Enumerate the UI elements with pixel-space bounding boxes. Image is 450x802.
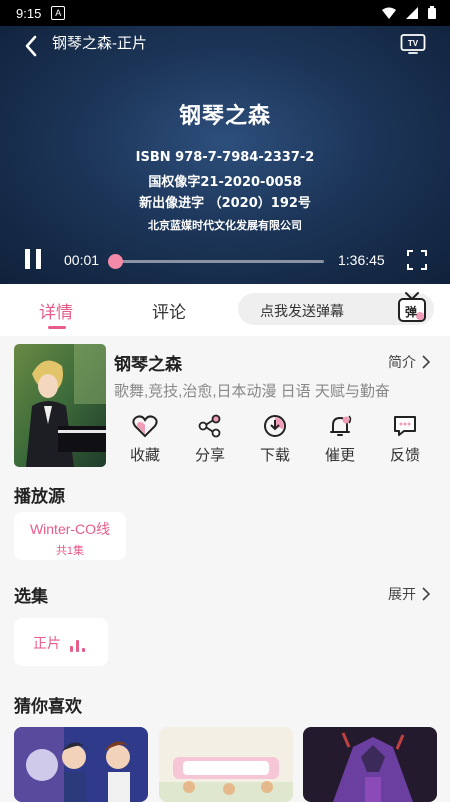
- share-label: 分享: [194, 447, 225, 464]
- pause-button[interactable]: [24, 249, 42, 269]
- seek-bar[interactable]: [108, 254, 324, 269]
- signal-icon: [406, 6, 418, 19]
- intro-link[interactable]: 简介: [388, 352, 430, 372]
- episode-card[interactable]: 正片: [14, 618, 108, 666]
- remind-button[interactable]: 催更: [310, 414, 370, 465]
- favorite-button[interactable]: 收藏: [115, 414, 175, 465]
- tv-cast-icon[interactable]: TV: [400, 32, 426, 56]
- slide-title: 钢琴之森: [178, 104, 271, 129]
- recommend-thumb-3[interactable]: [303, 727, 437, 802]
- playing-bars-icon: [70, 638, 86, 652]
- svg-text:TV: TV: [408, 39, 419, 48]
- slide-license-2: 新出像进字 （2020）192号: [139, 196, 311, 211]
- slide-publisher: 北京蓝媒时代文化发展有限公司: [148, 219, 302, 232]
- recommend-title: 猜你喜欢: [14, 697, 82, 716]
- notification-badge: A: [51, 6, 66, 20]
- episode-name: 正片: [33, 635, 61, 651]
- feedback-button[interactable]: 反馈: [375, 414, 435, 465]
- chevron-right-icon: [422, 355, 430, 369]
- feedback-icon: [394, 416, 416, 436]
- source-name: Winter-CO线: [29, 521, 111, 537]
- status-time: 9:15: [16, 5, 42, 21]
- tab-bar: 详情 评论 点我发送弹幕 弹: [0, 284, 450, 336]
- expand-label: 展开: [388, 586, 416, 602]
- back-arrow-icon[interactable]: [22, 34, 42, 58]
- recommend-thumb-1[interactable]: [14, 727, 148, 802]
- danmaku-tv-icon[interactable]: 弹: [396, 290, 428, 324]
- total-time: 1:36:45: [338, 252, 385, 268]
- intro-label: 简介: [388, 354, 416, 370]
- share-icon: [198, 414, 221, 438]
- danmaku-placeholder: 点我发送弹幕: [260, 303, 344, 319]
- download-button[interactable]: 下载: [245, 414, 305, 465]
- detail-content: 钢琴之森 简介 歌舞,竞技,治愈,日本动漫 日语 天赋与勤奋 收藏 分享 下载 …: [0, 336, 450, 802]
- wifi-icon: [382, 7, 396, 19]
- feedback-label: 反馈: [389, 447, 420, 464]
- battery-icon: [428, 6, 436, 19]
- download-icon: [264, 415, 286, 437]
- heart-icon: [132, 415, 158, 438]
- remind-label: 催更: [324, 447, 355, 464]
- slide-license-1: 国权像字21-2020-0058: [148, 175, 302, 190]
- download-label: 下载: [259, 447, 290, 464]
- anime-title: 钢琴之森: [114, 355, 182, 374]
- anime-tags: 歌舞,竞技,治愈,日本动漫 日语 天赋与勤奋: [114, 383, 390, 400]
- fullscreen-icon[interactable]: [407, 250, 427, 270]
- play-source-title: 播放源: [14, 487, 65, 506]
- recommend-thumb-2[interactable]: [159, 727, 293, 802]
- share-button[interactable]: 分享: [180, 414, 240, 465]
- action-row: 收藏 分享 下载 催更 反馈: [114, 414, 436, 470]
- bell-icon: [330, 415, 352, 436]
- episodes-title: 选集: [14, 587, 48, 606]
- status-bar: 9:15 A: [0, 0, 450, 26]
- anime-poster[interactable]: [14, 344, 106, 467]
- source-card[interactable]: Winter-CO线 共1集: [14, 512, 126, 560]
- video-title: 钢琴之森-正片: [52, 35, 147, 52]
- source-count: 共1集: [55, 545, 85, 557]
- chevron-right-icon: [422, 587, 430, 601]
- tab-active-indicator: [48, 326, 66, 329]
- slide-isbn: ISBN 978-7-7984-2337-2: [135, 150, 315, 165]
- tab-comments[interactable]: 评论: [152, 298, 186, 323]
- player-controls: 00:01 1:36:45: [0, 244, 450, 278]
- video-player[interactable]: 钢琴之森-正片 TV 钢琴之森 ISBN 978-7-7984-2337-2 国…: [0, 26, 450, 284]
- current-time: 00:01: [64, 252, 100, 268]
- seek-thumb[interactable]: [108, 254, 123, 269]
- danmaku-input[interactable]: 点我发送弹幕 弹: [238, 290, 434, 325]
- danmaku-glyph: 弹: [405, 304, 417, 319]
- expand-link[interactable]: 展开: [388, 584, 430, 604]
- favorite-label: 收藏: [129, 447, 160, 464]
- tab-details[interactable]: 详情: [39, 298, 73, 323]
